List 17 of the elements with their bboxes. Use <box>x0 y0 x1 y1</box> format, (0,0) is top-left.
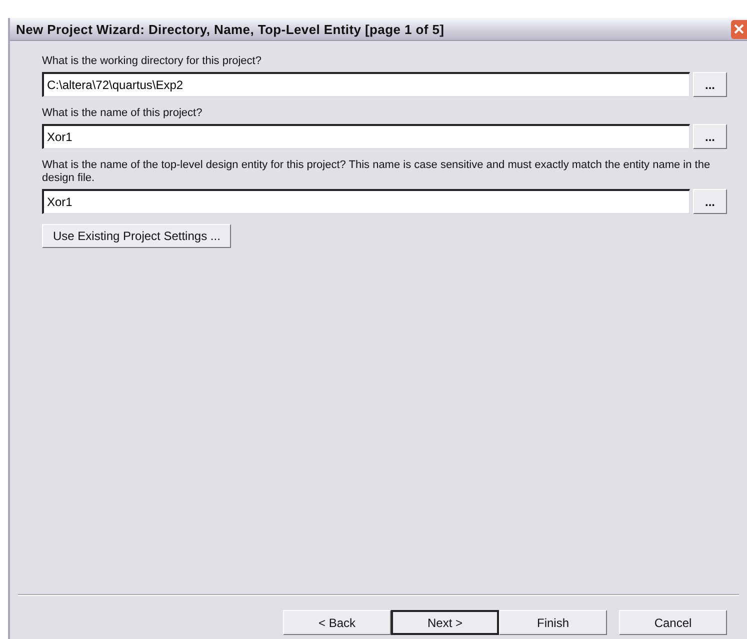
field-label: What is the working directory for this project? <box>42 55 262 68</box>
wizard-button[interactable]: Finish <box>499 610 607 635</box>
settings-button[interactable]: Use Existing Project Settings ... <box>42 224 232 248</box>
wizard-button[interactable]: < Back <box>283 610 391 635</box>
browse-button[interactable]: ... <box>693 72 727 97</box>
input-field[interactable]: C:\altera\72\quartus\Exp2 <box>42 72 690 97</box>
wizard-button[interactable]: Next > <box>391 610 499 635</box>
input-field[interactable]: Xor1 <box>42 189 690 214</box>
close-button[interactable] <box>731 20 747 38</box>
browse-button[interactable]: ... <box>693 189 727 214</box>
browse-button[interactable]: ... <box>693 124 727 149</box>
close-icon <box>734 24 744 34</box>
window-title: New Project Wizard: Directory, Name, Top-Level Entity [page 1 of 5] <box>16 22 444 36</box>
field-label: What is the name of the top-level design entity for this project? This name is case sensitive and must exactly match the entity name in the design file. <box>42 159 712 185</box>
wizard-button[interactable]: Cancel <box>619 610 727 635</box>
field-label: What is the name of this project? <box>42 107 204 120</box>
input-field[interactable]: Xor1 <box>42 124 690 149</box>
